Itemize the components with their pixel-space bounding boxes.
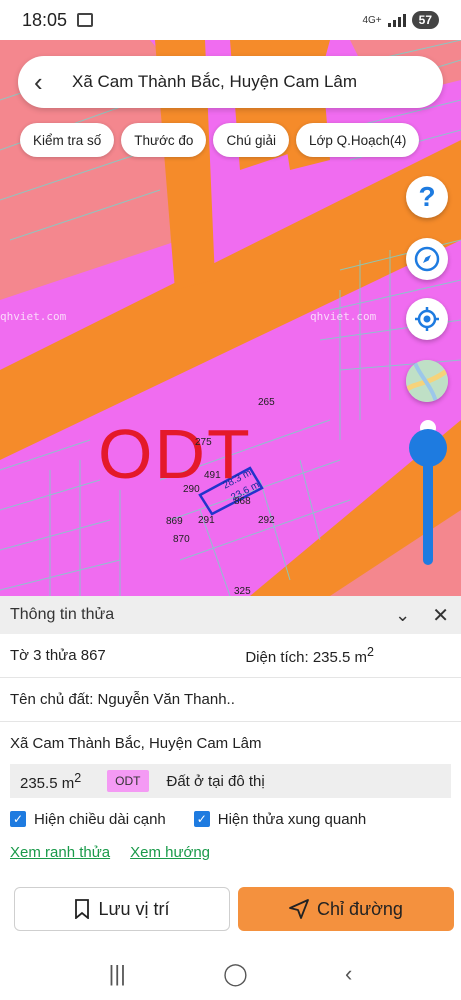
status-right: 4G+ 57 <box>362 11 439 29</box>
chip-check-number[interactable]: Kiểm tra số <box>20 123 115 157</box>
parcel-area-value: Diện tích: 235.5 m <box>245 649 368 666</box>
map-watermark-left: qhviet.com <box>0 310 67 323</box>
view-boundary-link[interactable]: Xem ranh thửa <box>10 844 110 861</box>
land-use-code-badge: ODT <box>107 770 149 792</box>
owner-name: Tên chủ đất: Nguyễn Văn Thanh.. <box>10 691 235 708</box>
screen-record-icon <box>77 13 94 27</box>
header-bar: ‹ Xã Cam Thành Bắc, Huyện Cam Lâm <box>18 56 443 108</box>
land-use-area: 235.5 m2 <box>20 771 81 792</box>
compass-icon <box>414 246 440 272</box>
parcel-label-275[interactable]: 275 <box>195 437 212 448</box>
opacity-slider-knob[interactable] <box>409 429 447 467</box>
map-watermark-right: qhviet.com <box>310 310 377 323</box>
help-button[interactable]: ? <box>406 176 448 218</box>
land-use-box: 235.5 m2 ODT Đất ở tại đô thị <box>10 764 451 798</box>
show-neighbor-parcels-label: Hiện thửa xung quanh <box>217 810 367 828</box>
status-time: 18:05 <box>22 9 68 30</box>
chevron-down-icon[interactable]: ⌄ <box>395 605 410 626</box>
parcel-label-290[interactable]: 290 <box>183 484 200 495</box>
land-use-area-value: 235.5 m <box>20 774 75 792</box>
header-title: Xã Cam Thành Bắc, Huyện Cam Lâm <box>72 72 358 91</box>
back-icon[interactable]: ‹ <box>345 961 352 987</box>
sheet-title: Thông tin thửa <box>10 606 115 623</box>
checkbox-checked-icon: ✓ <box>193 811 210 827</box>
parcel-location: Xã Cam Thành Bắc, Huyện Cam Lâm <box>10 734 262 752</box>
bookmark-icon <box>75 899 90 919</box>
send-icon <box>289 899 309 919</box>
view-direction-link[interactable]: Xem hướng <box>130 844 210 861</box>
save-location-button[interactable]: Lưu vị trí <box>14 887 230 931</box>
home-icon[interactable]: ◯ <box>223 961 248 987</box>
back-arrow-icon[interactable]: ‹ <box>34 69 60 95</box>
system-nav-bar: ||| ◯ ‹ <box>0 948 461 1000</box>
sheet-links: Xem ranh thửa Xem hướng <box>0 840 461 864</box>
my-location-button[interactable] <box>406 298 448 340</box>
recent-apps-icon[interactable]: ||| <box>109 961 126 987</box>
battery-badge: 57 <box>411 11 439 29</box>
parcel-area-unit-sup: 2 <box>367 645 374 659</box>
close-icon[interactable]: ✕ <box>432 603 449 628</box>
land-use-description: Đất ở tại đô thị <box>166 772 265 790</box>
land-use-area-sup: 2 <box>74 770 82 785</box>
parcel-info-sheet: Thông tin thửa ⌄ ✕ Tờ 3 thửa 867 Diện tí… <box>0 596 461 948</box>
parcel-area: Diện tích: 235.5 m2 <box>245 645 374 666</box>
sheet-parcel-number: Tờ 3 thửa 867 <box>10 647 106 664</box>
network-label: 4G+ <box>362 14 382 26</box>
chip-legend[interactable]: Chú giải <box>213 123 289 157</box>
owner-row: Tên chủ đất: Nguyễn Văn Thanh.. <box>0 678 461 722</box>
question-icon: ? <box>418 181 436 212</box>
toolbar-chips: Kiểm tra số Thước đo Chú giải Lớp Q.Hoạc… <box>20 123 420 157</box>
parcel-label-292[interactable]: 292 <box>258 515 275 526</box>
directions-button[interactable]: Chỉ đường <box>238 887 454 931</box>
parcel-label-291[interactable]: 291 <box>198 515 215 526</box>
sheet-actions: Lưu vị trí Chỉ đường <box>14 887 454 931</box>
display-options: ✓ Hiện chiều dài cạnh ✓ Hiện thửa xung q… <box>0 798 461 840</box>
signal-icon <box>387 13 406 27</box>
map-type-button[interactable] <box>406 360 448 402</box>
chip-planning-layers[interactable]: Lớp Q.Hoạch(4) <box>295 123 420 157</box>
map-layer-icon <box>406 360 448 402</box>
show-neighbor-parcels-checkbox[interactable]: ✓ Hiện thửa xung quanh <box>193 810 367 828</box>
location-row: Xã Cam Thành Bắc, Huyện Cam Lâm <box>0 722 461 764</box>
checkbox-checked-icon: ✓ <box>10 811 26 827</box>
parcel-summary-row: Tờ 3 thửa 867 Diện tích: 235.5 m2 <box>0 634 461 678</box>
save-location-label: Lưu vị trí <box>98 898 170 919</box>
compass-button[interactable] <box>406 238 448 280</box>
sheet-header: Thông tin thửa ⌄ ✕ <box>0 596 461 634</box>
chip-ruler[interactable]: Thước đo <box>121 123 207 157</box>
parcel-label-870[interactable]: 870 <box>173 534 190 545</box>
crosshair-icon <box>415 307 439 331</box>
parcel-label-869[interactable]: 869 <box>166 516 183 527</box>
parcel-label-265[interactable]: 265 <box>258 397 275 408</box>
show-edge-length-label: Hiện chiều dài cạnh <box>34 810 166 828</box>
parcel-label-325[interactable]: 325 <box>234 586 251 596</box>
parcel-label-491[interactable]: 491 <box>204 470 221 481</box>
show-edge-length-checkbox[interactable]: ✓ Hiện chiều dài cạnh <box>10 811 166 828</box>
directions-label: Chỉ đường <box>317 898 403 919</box>
status-bar: 18:05 4G+ 57 <box>0 0 461 40</box>
